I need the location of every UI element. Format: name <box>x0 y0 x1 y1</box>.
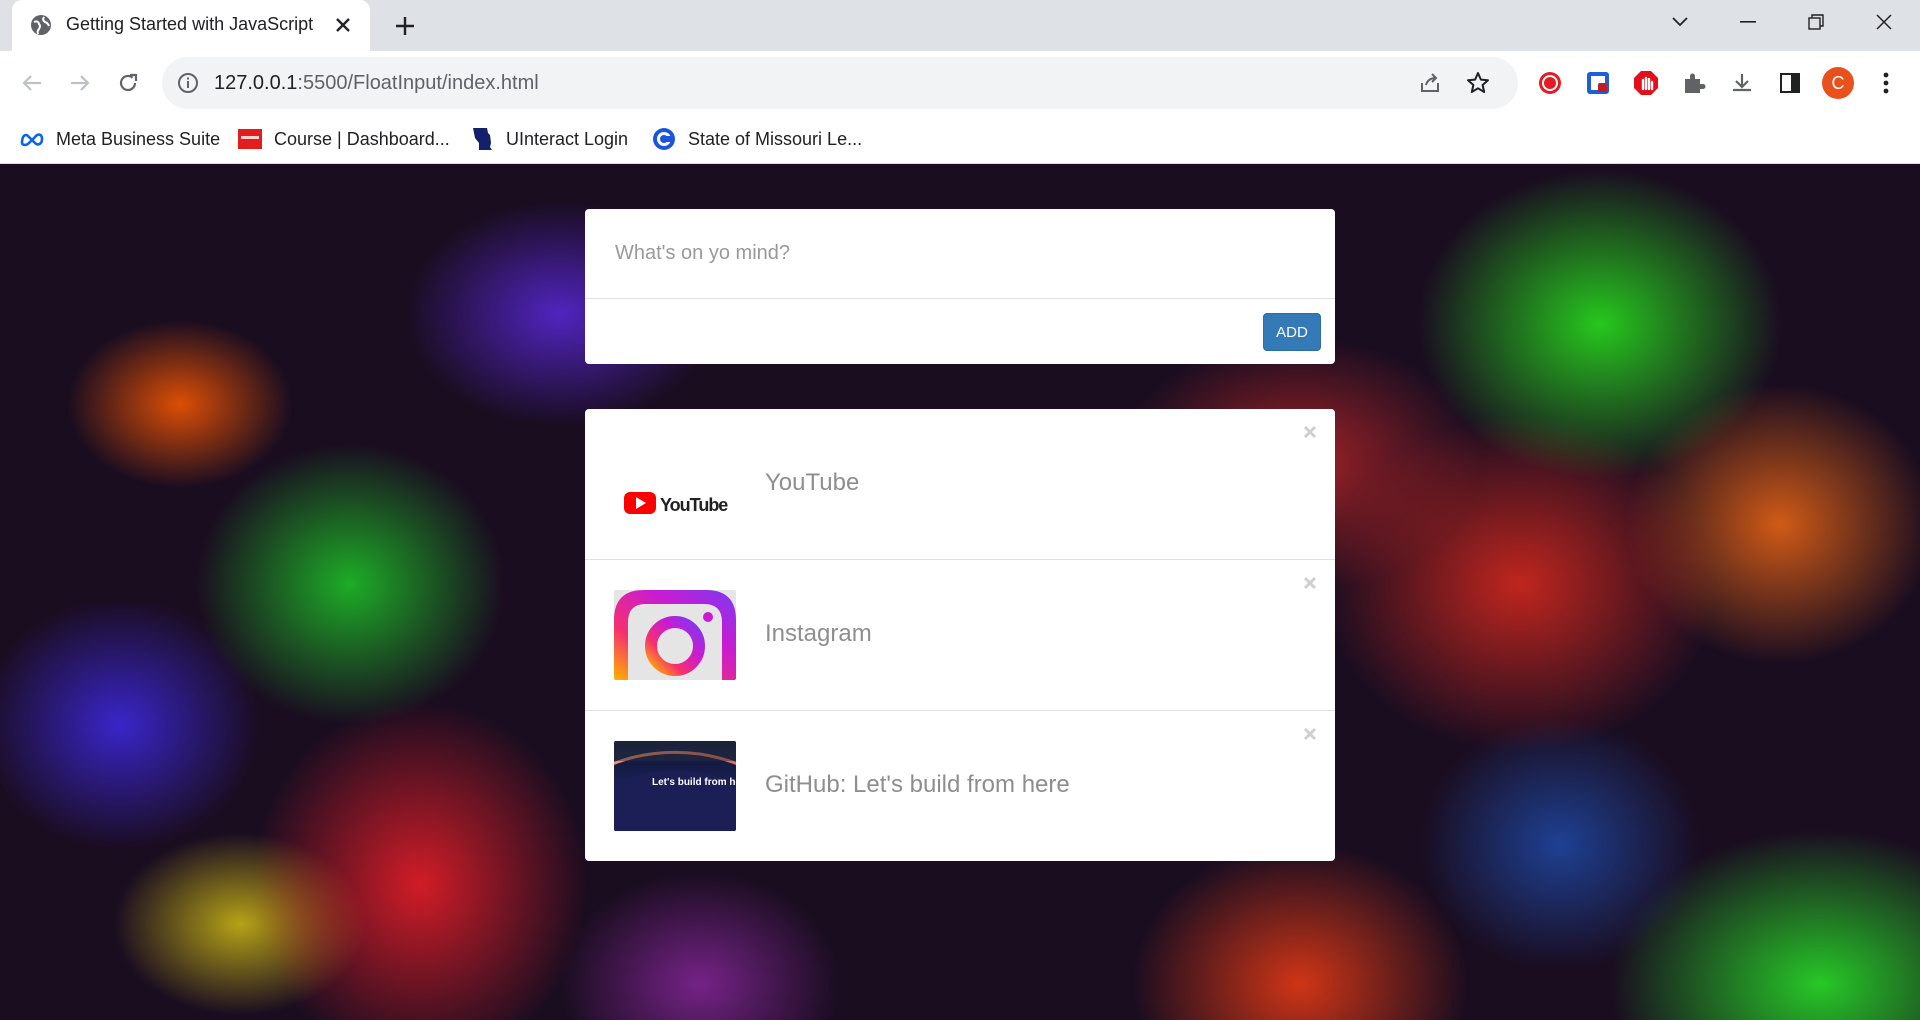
meta-icon <box>20 127 44 151</box>
new-tab-icon[interactable] <box>390 11 420 41</box>
browser-toolbar: 127.0.0.1:5500/FloatInput/index.html C <box>0 51 1920 115</box>
remove-item-close-icon[interactable] <box>1299 572 1321 594</box>
record-extension-icon[interactable] <box>1534 67 1566 99</box>
bookmark-star-icon[interactable] <box>1464 69 1492 97</box>
page-background: ADD YouTube YouTube <box>0 164 1920 1020</box>
adblock-extension-icon[interactable] <box>1630 67 1662 99</box>
download-icon[interactable] <box>1726 67 1758 99</box>
github-banner: Let's build from he <box>614 741 736 831</box>
minimize-icon[interactable] <box>1716 0 1780 44</box>
composer-input-area <box>585 209 1335 299</box>
url-text[interactable]: 127.0.0.1:5500/FloatInput/index.html <box>214 72 539 95</box>
post-input[interactable] <box>615 237 1305 269</box>
tab-title: Getting Started with JavaScript <box>66 14 314 34</box>
missouri-icon <box>470 127 494 151</box>
bookmarks-bar: Meta Business Suite Course | Dashboard..… <box>0 115 1920 164</box>
tab-search-chevron-down-icon[interactable] <box>1648 0 1712 44</box>
youtube-logo: YouTube <box>614 458 736 548</box>
restore-icon[interactable] <box>1784 0 1848 44</box>
globe-icon <box>30 14 52 36</box>
share-icon[interactable] <box>1416 69 1444 97</box>
side-panel-icon[interactable] <box>1774 67 1806 99</box>
list-item: Let's build from he GitHub: Let's build … <box>585 711 1335 862</box>
composer-card: ADD <box>585 209 1335 364</box>
remove-item-close-icon[interactable] <box>1299 723 1321 745</box>
bookmark-course-dashboard[interactable]: Course | Dashboard... <box>238 125 450 153</box>
item-label: YouTube <box>765 469 860 496</box>
circle-c-icon <box>652 127 676 151</box>
github-banner-text: Let's build from he <box>652 777 736 788</box>
password-extension-icon[interactable] <box>1582 67 1614 99</box>
item-label: GitHub: Let's build from here <box>765 771 1070 798</box>
bookmark-uinteract-login[interactable]: UInteract Login <box>470 125 628 153</box>
item-label: Instagram <box>765 620 872 647</box>
menu-kebab-icon[interactable] <box>1870 67 1902 99</box>
bookmark-state-of-missouri[interactable]: State of Missouri Le... <box>652 125 862 153</box>
profile-avatar[interactable]: C <box>1822 67 1854 99</box>
site-info-icon[interactable] <box>176 71 200 95</box>
remove-item-close-icon[interactable] <box>1299 421 1321 443</box>
course-icon <box>238 127 262 151</box>
bookmark-meta-business-suite[interactable]: Meta Business Suite <box>20 125 220 153</box>
list-item: Instagram <box>585 560 1335 711</box>
items-list: YouTube YouTube Instagram Let's build fr… <box>585 409 1335 861</box>
tab-strip: Getting Started with JavaScript <box>0 0 1920 51</box>
browser-tab[interactable]: Getting Started with JavaScript <box>12 0 370 51</box>
reload-icon[interactable] <box>110 65 146 101</box>
instagram-logo <box>614 590 736 680</box>
list-item: YouTube YouTube <box>585 409 1335 560</box>
close-window-icon[interactable] <box>1852 0 1916 44</box>
close-tab-icon[interactable] <box>330 12 356 38</box>
address-bar[interactable]: 127.0.0.1:5500/FloatInput/index.html <box>162 57 1518 109</box>
back-arrow-icon[interactable] <box>14 65 50 101</box>
puzzle-extensions-icon[interactable] <box>1678 67 1710 99</box>
forward-arrow-icon[interactable] <box>62 65 98 101</box>
add-button[interactable]: ADD <box>1263 313 1321 351</box>
svg-text:YouTube: YouTube <box>660 495 728 515</box>
